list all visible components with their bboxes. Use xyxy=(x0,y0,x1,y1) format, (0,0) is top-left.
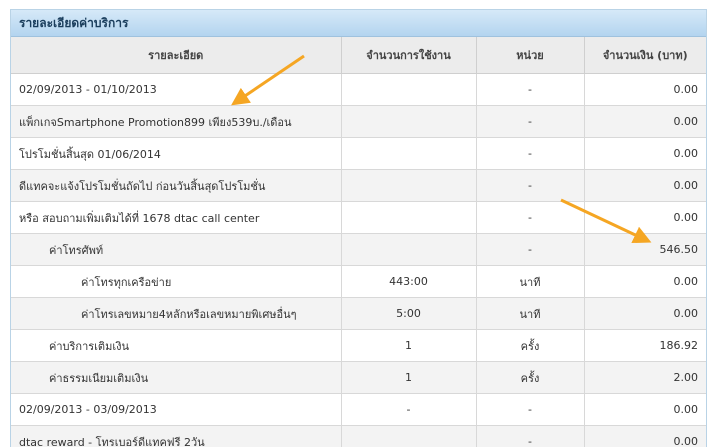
row-detail: ค่าโทรเลขหมาย4หลักหรือเลขหมายพิเศษอื่นๆ xyxy=(11,298,341,330)
row-amount: 2.00 xyxy=(584,362,706,394)
row-amount: 0.00 xyxy=(584,266,706,298)
row-usage xyxy=(341,170,476,202)
row-usage xyxy=(341,74,476,106)
row-amount: 0.00 xyxy=(584,298,706,330)
row-amount: 0.00 xyxy=(584,426,706,447)
row-usage: 443:00 xyxy=(341,266,476,298)
table-row: ค่าธรรมเนียมเติมเงิน 1 ครั้ง 2.00 xyxy=(11,362,706,394)
row-unit: - xyxy=(476,74,584,106)
header-usage: จำนวนการใช้งาน xyxy=(341,37,476,74)
row-unit: - xyxy=(476,426,584,447)
row-detail: 02/09/2013 - 03/09/2013 xyxy=(11,394,341,426)
row-amount: 0.00 xyxy=(584,106,706,138)
row-amount: 0.00 xyxy=(584,74,706,106)
row-usage xyxy=(341,138,476,170)
table-row: ค่าโทรศัพท์ - 546.50 xyxy=(11,234,706,266)
table-header-row: รายละเอียด จำนวนการใช้งาน หน่วย จำนวนเงิ… xyxy=(11,37,706,74)
row-amount: 546.50 xyxy=(584,234,706,266)
row-usage xyxy=(341,106,476,138)
row-detail: ค่าบริการเติมเงิน xyxy=(11,330,341,362)
row-unit: - xyxy=(476,106,584,138)
table-row: โปรโมชั่นสิ้นสุด 01/06/2014 - 0.00 xyxy=(11,138,706,170)
row-usage xyxy=(341,426,476,447)
row-usage xyxy=(341,202,476,234)
row-usage: 1 xyxy=(341,362,476,394)
billing-details-panel: รายละเอียดค่าบริการ รายละเอียด จำนวนการใ… xyxy=(10,9,707,447)
row-amount: 0.00 xyxy=(584,170,706,202)
row-amount: 0.00 xyxy=(584,138,706,170)
row-unit: ครั้ง xyxy=(476,330,584,362)
row-unit: - xyxy=(476,202,584,234)
row-detail: dtac reward - โทรเบอร์ดีแทคฟรี 2วัน xyxy=(11,426,341,447)
row-detail: โปรโมชั่นสิ้นสุด 01/06/2014 xyxy=(11,138,341,170)
table-row: แพ็กเกจSmartphone Promotion899 เพียง539บ… xyxy=(11,106,706,138)
table-row: ค่าโทรเลขหมาย4หลักหรือเลขหมายพิเศษอื่นๆ … xyxy=(11,298,706,330)
row-amount: 186.92 xyxy=(584,330,706,362)
row-unit: - xyxy=(476,170,584,202)
row-detail: 02/09/2013 - 01/10/2013 xyxy=(11,74,341,106)
table-row: ค่าบริการเติมเงิน 1 ครั้ง 186.92 xyxy=(11,330,706,362)
panel-title: รายละเอียดค่าบริการ xyxy=(11,10,706,37)
row-usage: 1 xyxy=(341,330,476,362)
row-detail: ค่าโทรศัพท์ xyxy=(11,234,341,266)
row-detail: หรือ สอบถามเพิ่มเติมได้ที่ 1678 dtac cal… xyxy=(11,202,341,234)
table-row: dtac reward - โทรเบอร์ดีแทคฟรี 2วัน - 0.… xyxy=(11,426,706,447)
table-row: ดีแทคจะแจ้งโปรโมชั่นถัดไป ก่อนวันสิ้นสุด… xyxy=(11,170,706,202)
row-unit: - xyxy=(476,138,584,170)
row-detail: ดีแทคจะแจ้งโปรโมชั่นถัดไป ก่อนวันสิ้นสุด… xyxy=(11,170,341,202)
row-usage: - xyxy=(341,394,476,426)
row-detail: แพ็กเกจSmartphone Promotion899 เพียง539บ… xyxy=(11,106,341,138)
row-unit: นาที xyxy=(476,298,584,330)
row-unit: ครั้ง xyxy=(476,362,584,394)
row-usage: 5:00 xyxy=(341,298,476,330)
row-unit: - xyxy=(476,394,584,426)
row-detail: ค่าโทรทุกเครือข่าย xyxy=(11,266,341,298)
row-amount: 0.00 xyxy=(584,394,706,426)
table-row: 02/09/2013 - 03/09/2013 - - 0.00 xyxy=(11,394,706,426)
row-amount: 0.00 xyxy=(584,202,706,234)
table-row: หรือ สอบถามเพิ่มเติมได้ที่ 1678 dtac cal… xyxy=(11,202,706,234)
row-usage xyxy=(341,234,476,266)
table-row: 02/09/2013 - 01/10/2013 - 0.00 xyxy=(11,74,706,106)
header-unit: หน่วย xyxy=(476,37,584,74)
table-row: ค่าโทรทุกเครือข่าย 443:00 นาที 0.00 xyxy=(11,266,706,298)
header-amount: จำนวนเงิน (บาท) xyxy=(584,37,706,74)
row-detail: ค่าธรรมเนียมเติมเงิน xyxy=(11,362,341,394)
row-unit: - xyxy=(476,234,584,266)
row-unit: นาที xyxy=(476,266,584,298)
billing-table: รายละเอียด จำนวนการใช้งาน หน่วย จำนวนเงิ… xyxy=(11,37,706,447)
header-detail: รายละเอียด xyxy=(11,37,341,74)
